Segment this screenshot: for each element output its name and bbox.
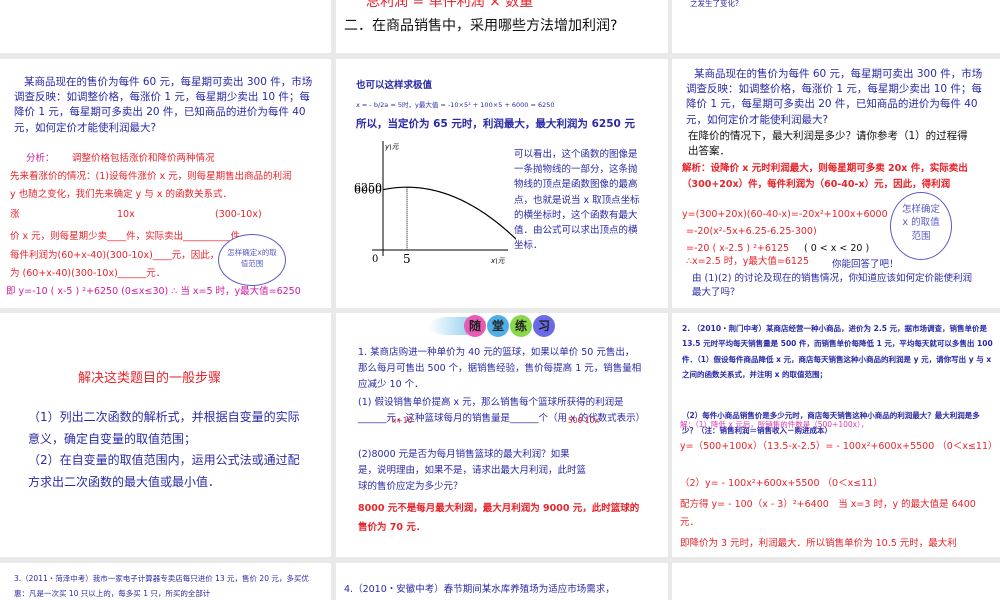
answer-blank-2: (300-10x) (215, 209, 262, 220)
slide-thumbnail-2[interactable]: 总利润 = 单件利润 × 数量 二．在商品销售中，采用哪些方法增加利润? (336, 0, 668, 53)
analysis-line: 价 x 元，则每星期少卖____件，实际卖出__________件， (10, 231, 250, 242)
step-1: （1）列出二次函数的解析式，并根据自变量的实际意义，确定自变量的取值范围； (28, 410, 300, 446)
range-text: ( 0 < x < 20 ) (804, 243, 870, 254)
x-axis-label: x\元 (490, 257, 506, 265)
slide-thumbnail-12[interactable] (672, 563, 1000, 600)
analysis-label: 分析： (26, 153, 55, 164)
step-2: （2）在自变量的取值范围内，运用公式法或通过配方求出二次函数的最大值或最小值． (28, 453, 300, 489)
analysis-text: 调整价格包括涨价和降价两种情况 (72, 153, 215, 164)
slide-thumbnail-3[interactable]: 之发生了变化? (672, 0, 1000, 53)
parabola-curve (382, 186, 516, 240)
solution-text: 解析：设降价 x 元时利润最大，则每星期可多卖 20x 件，实际卖出（300+2… (682, 163, 968, 190)
slide-thumbnail-1[interactable] (0, 0, 331, 53)
analysis-line: 为 (60+x-40)(300-10x)______元． (10, 268, 166, 279)
prompt-text: 你能回答了吧！ (832, 259, 899, 270)
explanation-text: 可以看出，这个函数的图像是一条抛物线的一部分，这条抛物线的顶点是函数图像的最高点… (514, 149, 640, 252)
solution-line: （2）y= - 100x²+600x+5500 （0＜x≤11） (680, 478, 883, 489)
slide-question: 二．在商品销售中，采用哪些方法增加利润? (344, 18, 618, 34)
banner-char: 习 (533, 315, 555, 337)
slide-heading: 也可以这样求极值 (356, 80, 433, 91)
solution-line: ∴x=2.5 时，y最大值=6125 (686, 256, 810, 267)
conclusion-text: 所以，当定价为 65 元时，利润最大，最大利润为 6250 元 (356, 118, 635, 130)
solution-line: y=(300+20x)(60-40-x)=-20x²+100x+6000 (682, 209, 888, 220)
problem-text: 某商品现在的售价为每件 60 元，每星期可卖出 300 件，市场调查反映：如调整… (686, 68, 983, 126)
practice-banner: 随 堂 练 习 (464, 315, 555, 337)
answer-blank-1: 10x (117, 209, 135, 220)
speech-bubble: 怎样确定 x 的取值范围 (890, 192, 952, 260)
slide-text: 之发生了变化? (690, 0, 739, 8)
slide-title: 解决这类题目的一般步骤 (78, 371, 222, 386)
analysis-zhang: 涨 (10, 209, 20, 220)
problem-text: 某商品现在的售价为每件 60 元，每星期可卖出 300 件，市场调查反映：如调整… (14, 76, 313, 134)
speech-bubble: 怎样确定x的取值范围 (218, 234, 286, 286)
x-tick-label: 5 (403, 252, 411, 266)
slide-thumbnail-11[interactable]: 4.（2010・安徽中考）春节期间某水库养殖场为适应市场需求， (336, 563, 668, 600)
y-axis-label: y\元 (384, 143, 400, 151)
answer-blank-1: x+10 (392, 416, 413, 425)
question-text: 在降价的情况下，最大利润是多少？请你参考（1）的过程得出答案． (688, 130, 968, 158)
problem-text: 2. （2010・荆门中考）某商店经营一种小商品，进价为 2.5 元，据市场调查… (682, 324, 993, 380)
answer-blank-2: 500-10x (568, 416, 600, 425)
banner-char: 随 (464, 315, 486, 337)
slide-thumbnail-8[interactable]: 随 堂 练 习 1. 某商店购进一种单价为 40 元的篮球，如果以单价 50 元… (336, 313, 668, 557)
slide-thumbnail-5[interactable]: 也可以这样求极值 x = - b/2a = 5时，y最大值 = -10×5² +… (336, 59, 668, 308)
origin-label: 0 (372, 254, 378, 265)
book-icon (428, 317, 468, 335)
profit-formula: 总利润 = 单件利润 × 数量 (366, 0, 534, 10)
exercise-part-2: (2)8000 元是否为每月销售篮球的最大利润？如果是，说明理由，如果不是，请求… (358, 449, 587, 493)
solution-line: 解：（1）降低 x 元后，所销售的件数是（500+100x）， (680, 420, 869, 429)
analysis-line: 先来看涨价的情况：(1)设每件涨价 x 元，则每星期售出商品的利润 y 也随之变… (10, 171, 292, 201)
solution-line: y=（500+100x）（13.5-x-2.5）= - 100x²+600x+5… (680, 441, 998, 452)
solution-line: =-20(x²-5x+6.25-6.25-300) (686, 226, 817, 237)
problem-text: 3.（2011・菏泽中考）我市一家电子计算器专卖店每只进价 13 元，售价 20… (14, 574, 309, 598)
closing-text: 由 (1)(2) 的讨论及现在的销售情况，你知道应该如何定价能使利润最大了吗？ (692, 273, 972, 299)
slide-thumbnail-9[interactable]: 2. （2010・荆门中考）某商店经营一种小商品，进价为 2.5 元，据市场调查… (672, 313, 1000, 557)
banner-char: 练 (510, 315, 532, 337)
parabola-chart: 053060006250y\元x\元 (354, 141, 516, 266)
problem-text: 4.（2010・安徽中考）春节期间某水库养殖场为适应市场需求， (344, 584, 615, 595)
slide-thumbnail-7[interactable]: 解决这类题目的一般步骤 （1）列出二次函数的解析式，并根据自变量的实际意义，确定… (0, 313, 331, 557)
analysis-result: 即 y=-10 ( x-5 ) ²+6250 (0≤x≤30) ∴ 当 x=5 … (6, 286, 301, 297)
exercise-text: 1. 某商店购进一种单价为 40 元的篮球，如果以单价 50 元售出，那么每月可… (358, 347, 642, 391)
y-tick-label: 6250 (354, 181, 382, 194)
slide-thumbnail-4[interactable]: 某商品现在的售价为每件 60 元，每星期可卖出 300 件，市场调查反映：如调整… (0, 59, 331, 308)
solution-line: 即降价为 3 元时，利润最大．所以销售单价为 10.5 元时，最大利 (680, 538, 957, 549)
slide-thumbnail-6[interactable]: 某商品现在的售价为每件 60 元，每星期可卖出 300 件，市场调查反映：如调整… (672, 59, 1000, 308)
exercise-answer: 8000 元不是每月最大利润，最大月利润为 9000 元，此时篮球的售价为 70… (358, 503, 640, 533)
banner-char: 堂 (487, 315, 509, 337)
vertex-formula: x = - b/2a = 5时，y最大值 = -10×5² + 100×5 + … (356, 101, 555, 109)
solution-line: 配方得 y= - 100（x - 3）²+6400 当 x=3 时，y 的最大值… (680, 499, 976, 529)
slide-thumbnail-10[interactable]: 3.（2011・菏泽中考）我市一家电子计算器专卖店每只进价 13 元，售价 20… (0, 563, 331, 600)
